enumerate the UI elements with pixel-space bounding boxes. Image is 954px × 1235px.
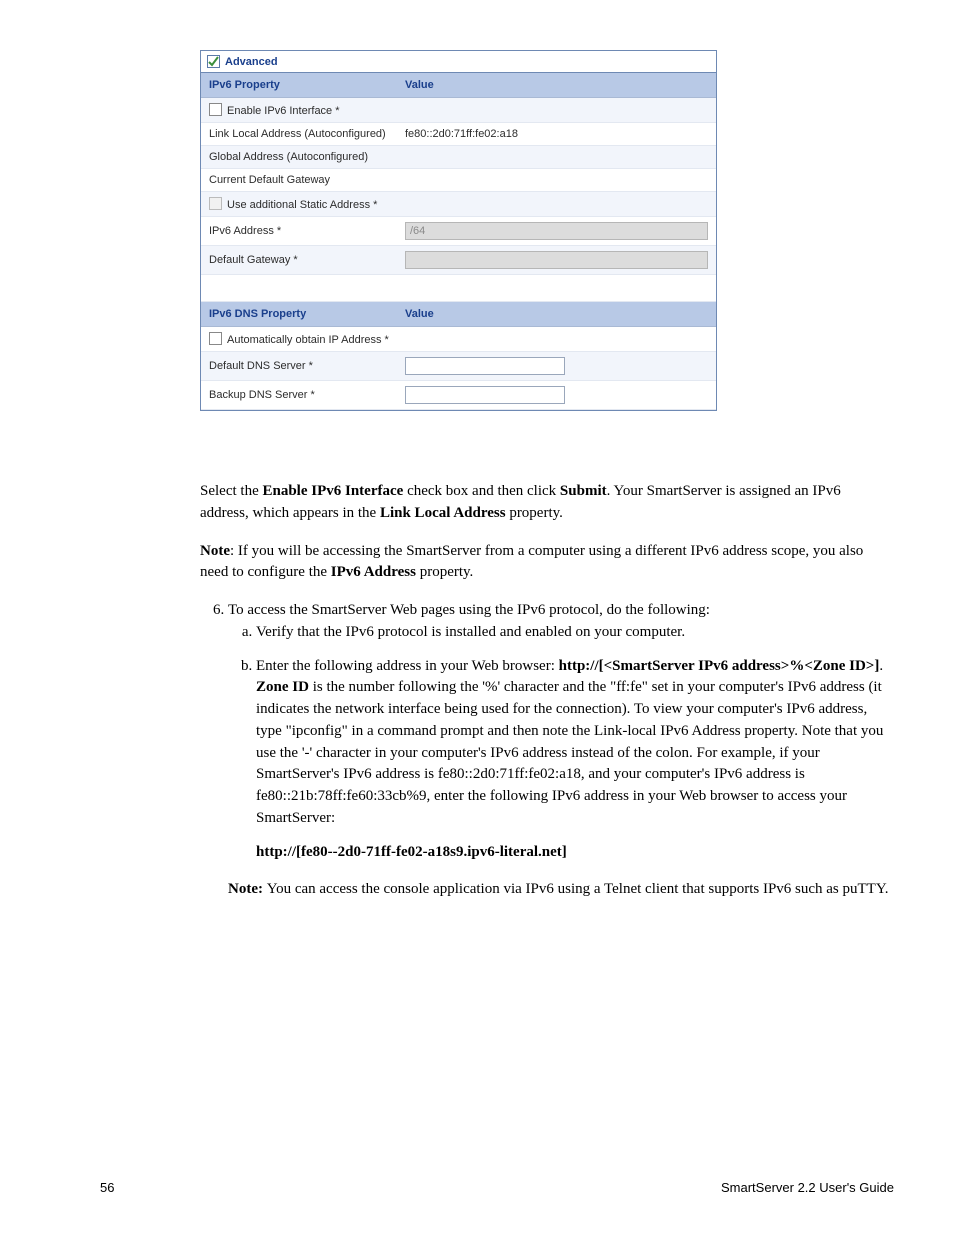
substep-b: Enter the following address in your Web … — [256, 656, 890, 864]
bak-dns-input[interactable] — [405, 386, 565, 404]
def-gateway-value-cell — [397, 246, 716, 275]
use-static-row: Use additional Static Address * — [201, 192, 397, 217]
auto-ip-label: Automatically obtain IP Address * — [227, 334, 389, 346]
page-number: 56 — [100, 1180, 114, 1195]
enable-ipv6-checkbox[interactable] — [209, 103, 222, 116]
link-local-label: Link Local Address (Autoconfigured) — [201, 123, 397, 146]
cur-gateway-label: Current Default Gateway — [201, 169, 397, 192]
auto-ip-checkbox[interactable] — [209, 332, 222, 345]
enable-ipv6-label: Enable IPv6 Interface * — [227, 105, 340, 117]
substep-a: Verify that the IPv6 protocol is install… — [256, 622, 890, 644]
link-local-value: fe80::2d0:71ff:fe02:a18 — [397, 123, 716, 146]
substeps: Verify that the IPv6 protocol is install… — [228, 622, 890, 864]
global-addr-value — [397, 146, 716, 169]
advanced-panel: Advanced IPv6 Property Value Enable IPv6… — [200, 50, 717, 411]
step-list: To access the SmartServer Web pages usin… — [200, 600, 890, 863]
def-dns-label: Default DNS Server * — [201, 352, 397, 381]
paragraph-note-2: Note: You can access the console applica… — [228, 879, 890, 901]
col-value: Value — [397, 73, 716, 98]
global-addr-label: Global Address (Autoconfigured) — [201, 146, 397, 169]
page-footer: 56 SmartServer 2.2 User's Guide — [100, 1180, 894, 1195]
def-gateway-input[interactable] — [405, 251, 708, 269]
auto-ip-row: Automatically obtain IP Address * — [201, 327, 397, 352]
enable-ipv6-value — [397, 98, 716, 123]
ipv6-addr-label: IPv6 Address * — [201, 217, 397, 246]
col-ipv6-property: IPv6 Property — [201, 73, 397, 98]
paragraph-1: Select the Enable IPv6 Interface check b… — [200, 481, 890, 525]
body-text: Select the Enable IPv6 Interface check b… — [200, 481, 890, 901]
panel-header: Advanced — [201, 51, 716, 73]
ipv6-addr-value-cell — [397, 217, 716, 246]
col-dns-value: Value — [397, 302, 716, 327]
use-static-value — [397, 192, 716, 217]
step-6: To access the SmartServer Web pages usin… — [228, 600, 890, 863]
advanced-checkbox[interactable] — [207, 55, 220, 68]
paragraph-note: Note: If you will be accessing the Smart… — [200, 541, 890, 585]
panel-title: Advanced — [225, 56, 278, 68]
bak-dns-label: Backup DNS Server * — [201, 381, 397, 410]
row-enable-ipv6: Enable IPv6 Interface * — [201, 98, 397, 123]
def-dns-value-cell — [397, 352, 716, 381]
ipv6-addr-input[interactable] — [405, 222, 708, 240]
cur-gateway-value — [397, 169, 716, 192]
def-dns-input[interactable] — [405, 357, 565, 375]
col-ipv6-dns-property: IPv6 DNS Property — [201, 302, 397, 327]
bak-dns-value-cell — [397, 381, 716, 410]
auto-ip-value — [397, 327, 716, 352]
doc-title: SmartServer 2.2 User's Guide — [721, 1180, 894, 1195]
use-static-checkbox[interactable] — [209, 197, 222, 210]
ipv6-property-table: IPv6 Property Value Enable IPv6 Interfac… — [201, 73, 716, 410]
use-static-label: Use additional Static Address * — [227, 199, 377, 211]
def-gateway-label: Default Gateway * — [201, 246, 397, 275]
example-address: http://[fe80--2d0-71ff-fe02-a18s9.ipv6-l… — [256, 842, 890, 864]
